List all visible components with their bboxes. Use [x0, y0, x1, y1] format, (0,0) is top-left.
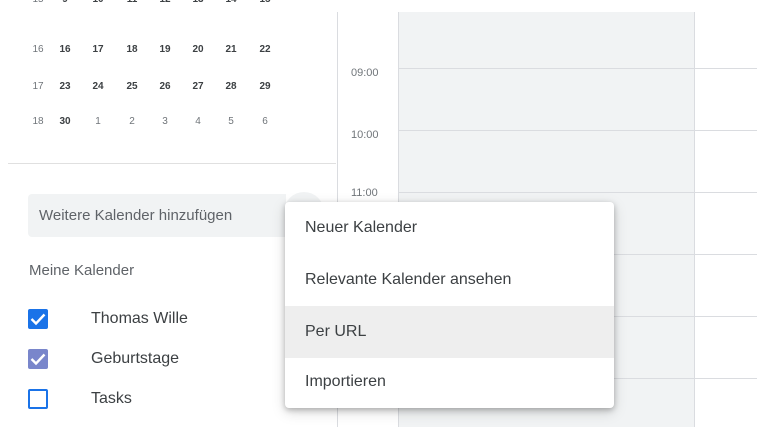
menu-item-import[interactable]: Importieren — [285, 356, 614, 408]
day-cell[interactable]: 19 — [155, 44, 175, 55]
calendar-name: Geburtstage — [91, 350, 180, 367]
calendar-item[interactable]: Geburtstage — [28, 347, 288, 371]
day-cell[interactable]: 10 — [88, 0, 108, 5]
week-number: 17 — [32, 81, 44, 92]
grid-divider — [694, 12, 695, 427]
day-cell[interactable]: 9 — [55, 0, 75, 5]
calendar-item[interactable]: Tasks — [28, 387, 288, 411]
mini-calendar-week-row: 17 23 24 25 26 27 28 29 — [28, 81, 318, 101]
day-cell[interactable]: 25 — [122, 81, 142, 92]
hour-line — [398, 130, 757, 131]
day-cell[interactable]: 30 — [55, 116, 75, 127]
time-label: 11:00 — [351, 187, 378, 199]
time-label: 09:00 — [351, 67, 379, 79]
day-cell[interactable]: 5 — [221, 116, 241, 127]
my-calendars-heading[interactable]: Meine Kalender — [29, 262, 134, 279]
day-cell[interactable]: 23 — [55, 81, 75, 92]
add-calendar-menu: Neuer Kalender Relevante Kalender ansehe… — [285, 202, 614, 408]
time-label: 10:00 — [351, 129, 379, 141]
day-cell[interactable]: 22 — [255, 44, 275, 55]
day-cell[interactable]: 16 — [55, 44, 75, 55]
calendar-name: Tasks — [91, 390, 132, 407]
day-cell[interactable]: 21 — [221, 44, 241, 55]
mini-calendar-week-row: 16 16 17 18 19 20 21 22 — [28, 44, 318, 64]
day-cell[interactable]: 24 — [88, 81, 108, 92]
day-cell[interactable]: 29 — [255, 81, 275, 92]
day-cell[interactable]: 2 — [122, 116, 142, 127]
day-cell[interactable]: 26 — [155, 81, 175, 92]
calendar-item[interactable]: Thomas Wille — [28, 307, 288, 331]
mini-calendar-week-row: 15 9 10 11 12 13 14 15 — [28, 0, 318, 20]
day-cell[interactable]: 14 — [221, 0, 241, 5]
mini-calendar-week-row: 18 30 1 2 3 4 5 6 — [28, 116, 318, 136]
day-cell[interactable]: 6 — [255, 116, 275, 127]
add-calendar-label: Weitere Kalender hinzufügen — [39, 207, 233, 224]
menu-item-new-calendar[interactable]: Neuer Kalender — [285, 202, 614, 254]
day-cell[interactable]: 1 — [88, 116, 108, 127]
checkbox-checked-icon[interactable] — [28, 309, 48, 329]
hour-line — [398, 192, 757, 193]
week-number: 16 — [32, 44, 44, 55]
day-cell[interactable]: 20 — [188, 44, 208, 55]
hour-line — [398, 68, 757, 69]
day-cell[interactable]: 28 — [221, 81, 241, 92]
calendar-name: Thomas Wille — [91, 310, 188, 327]
day-cell[interactable]: 15 — [255, 0, 275, 5]
checkbox-unchecked-icon[interactable] — [28, 389, 48, 409]
menu-item-browse-calendars[interactable]: Relevante Kalender ansehen — [285, 254, 614, 306]
day-cell[interactable]: 4 — [188, 116, 208, 127]
sidebar-divider — [8, 163, 336, 164]
day-cell[interactable]: 27 — [188, 81, 208, 92]
add-calendar-field[interactable]: Weitere Kalender hinzufügen — [28, 194, 286, 237]
menu-item-from-url[interactable]: Per URL — [285, 306, 614, 358]
week-number: 18 — [32, 116, 44, 127]
day-cell[interactable]: 18 — [122, 44, 142, 55]
day-cell[interactable]: 17 — [88, 44, 108, 55]
day-cell[interactable]: 3 — [155, 116, 175, 127]
day-cell[interactable]: 12 — [155, 0, 175, 5]
week-number: 15 — [28, 0, 48, 5]
day-cell[interactable]: 13 — [188, 0, 208, 5]
checkbox-checked-icon[interactable] — [28, 349, 48, 369]
day-cell[interactable]: 11 — [122, 0, 142, 5]
